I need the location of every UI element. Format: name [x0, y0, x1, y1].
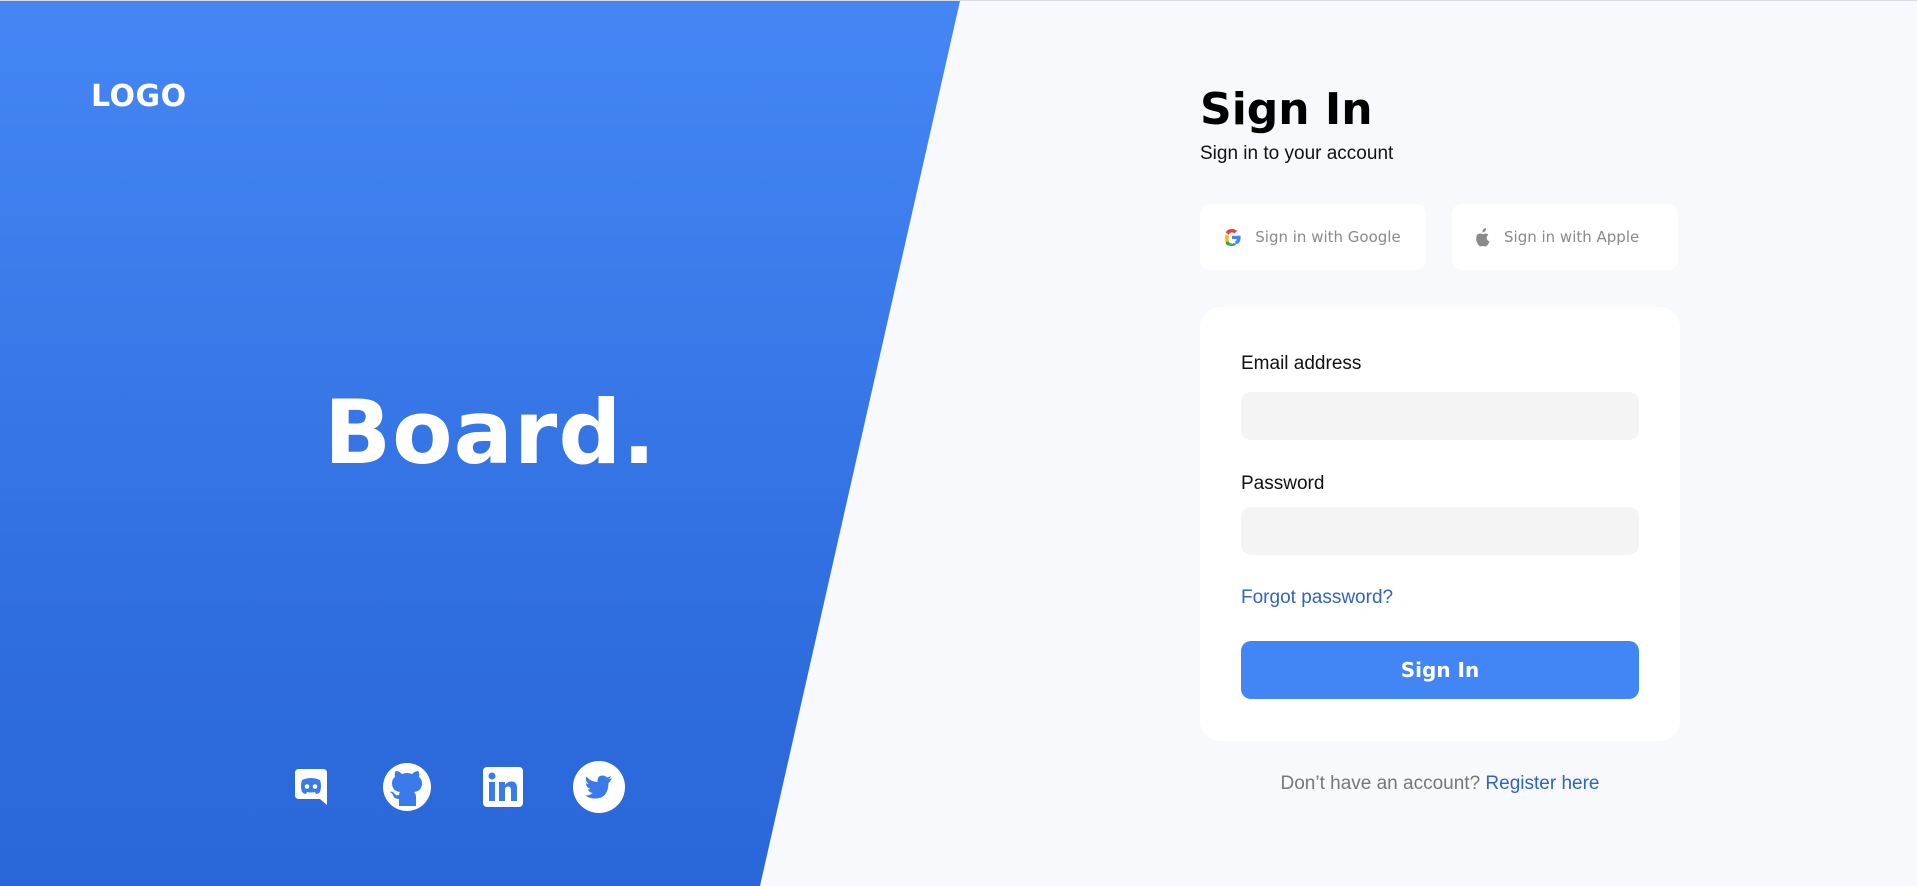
github-icon[interactable]: [381, 761, 433, 813]
sign-in-form-card: Email address Password Forgot password? …: [1200, 307, 1680, 741]
page-subtitle: Sign in to your account: [1200, 143, 1394, 164]
google-icon: [1225, 229, 1241, 246]
apple-signin-button[interactable]: Sign in with Apple: [1452, 204, 1678, 270]
logo[interactable]: LOGO: [91, 79, 187, 114]
email-field[interactable]: [1241, 392, 1639, 440]
apple-icon: [1476, 228, 1490, 247]
email-label: Email address: [1241, 353, 1362, 374]
register-prompt: Don’t have an account? Register here: [1200, 773, 1680, 795]
twitter-icon[interactable]: [573, 761, 625, 813]
linkedin-icon[interactable]: [477, 761, 529, 813]
password-label: Password: [1241, 473, 1325, 494]
sign-in-page: LOGO Board. Sign In Sign in to your acco…: [0, 0, 1917, 886]
google-signin-button[interactable]: Sign in with Google: [1200, 204, 1426, 270]
sign-in-button[interactable]: Sign In: [1241, 641, 1639, 699]
apple-signin-label: Sign in with Apple: [1504, 227, 1640, 246]
top-border: [0, 0, 1917, 1]
register-link[interactable]: Register here: [1485, 773, 1599, 794]
register-prompt-text: Don’t have an account?: [1280, 773, 1481, 794]
discord-icon[interactable]: [285, 761, 337, 813]
forgot-password-link[interactable]: Forgot password?: [1241, 587, 1393, 609]
page-title: Sign In: [1200, 84, 1373, 135]
password-field[interactable]: [1241, 507, 1639, 555]
brand-name: Board.: [324, 381, 657, 484]
social-links: [285, 761, 625, 813]
google-signin-label: Sign in with Google: [1255, 227, 1401, 246]
